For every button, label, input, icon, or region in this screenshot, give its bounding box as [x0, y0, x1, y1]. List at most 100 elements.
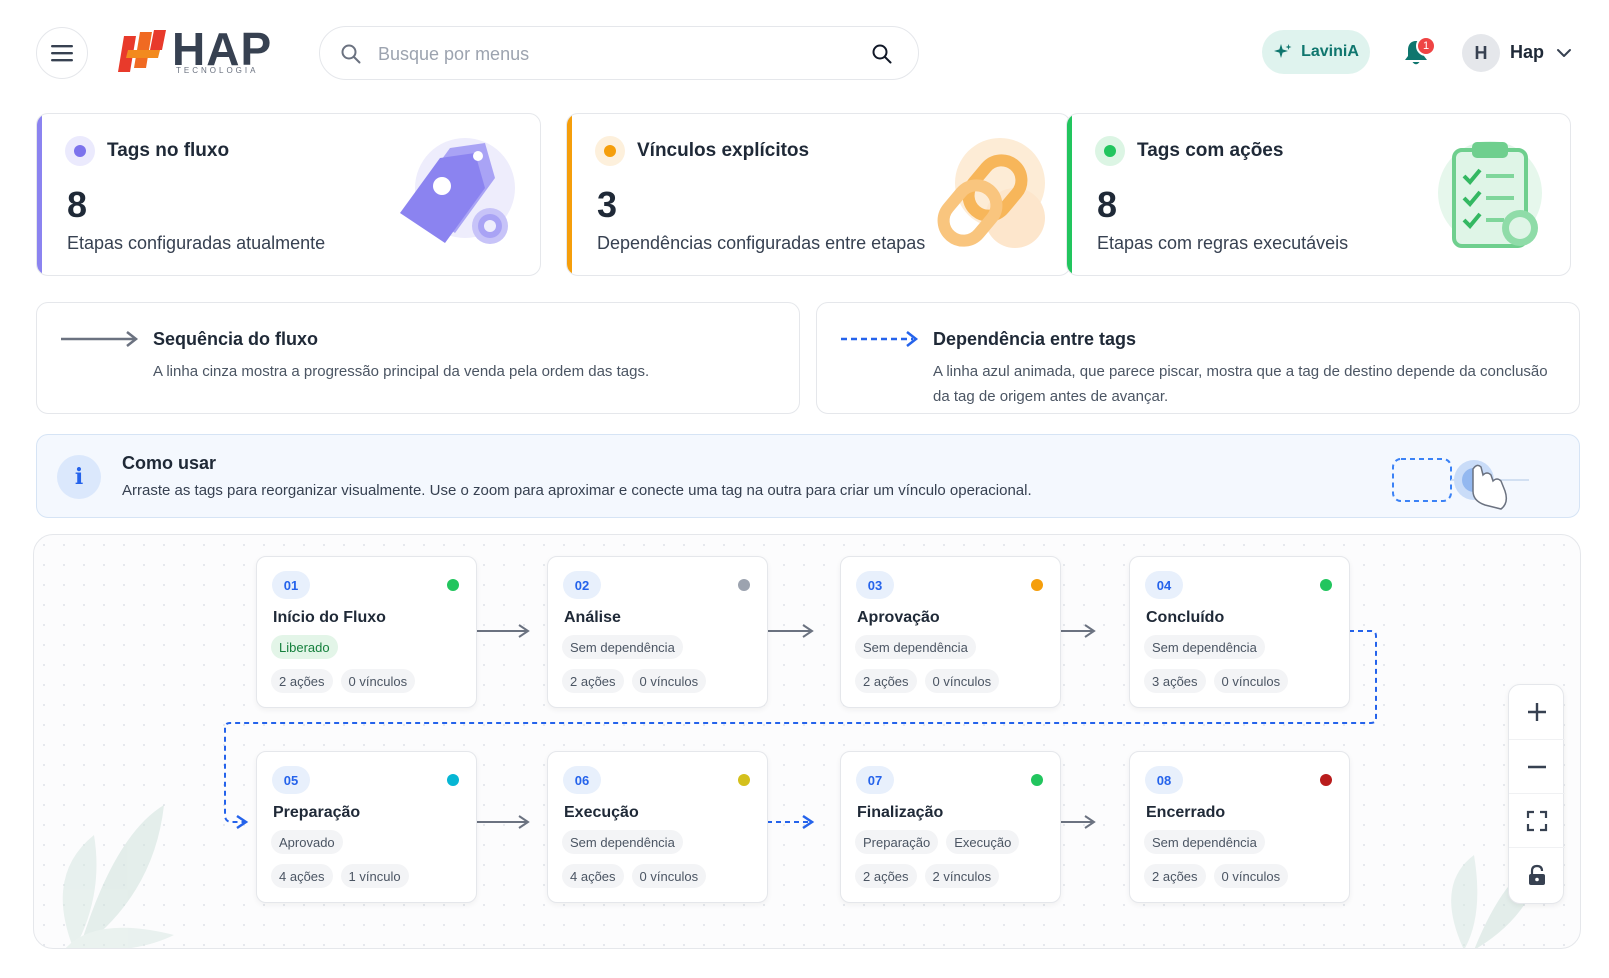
- actions-count: 3 ações: [1144, 669, 1206, 693]
- fit-view-button[interactable]: [1509, 793, 1565, 847]
- status-dot: [595, 136, 625, 166]
- actions-count: 2 ações: [855, 669, 917, 693]
- zoom-in-icon: [1528, 703, 1546, 721]
- avatar[interactable]: H: [1462, 34, 1500, 72]
- actions-count: 4 ações: [562, 864, 624, 888]
- zoom-out-icon: [1528, 765, 1546, 768]
- links-count: 2 vínculos: [924, 864, 1000, 888]
- status-dot: [447, 774, 459, 786]
- chain-link-icon: [937, 138, 1045, 248]
- links-count: 0 vínculos: [631, 864, 707, 888]
- legend-description: A linha cinza mostra a progressão princi…: [153, 363, 650, 380]
- drag-hand-icon: [1392, 458, 1529, 510]
- gray-arrow-icon: [61, 331, 139, 347]
- dependency-chip: Preparação: [855, 830, 939, 854]
- dependency-chip: Liberado: [271, 635, 338, 659]
- node-title: Aprovação: [857, 609, 940, 626]
- lock-button[interactable]: [1509, 847, 1565, 901]
- info-title: Como usar: [122, 453, 217, 473]
- flow-node-06[interactable]: 06 Execução Sem dependência 4 ações 0 vín…: [547, 751, 768, 903]
- brand-logo[interactable]: HAP TECNOLOGIA: [116, 23, 286, 78]
- actions-count: 4 ações: [271, 864, 333, 888]
- node-number: 05: [272, 766, 310, 794]
- flow-node-08[interactable]: 08 Encerrado Sem dependência 2 ações 0 ví…: [1129, 751, 1350, 903]
- search-submit-icon[interactable]: [872, 44, 892, 64]
- node-title: Finalização: [857, 804, 944, 821]
- assistant-label: LaviniA: [1301, 43, 1359, 60]
- flow-node-02[interactable]: 02 Análise Sem dependência 2 ações 0 vínc…: [547, 556, 768, 708]
- accent-bar: [567, 114, 572, 275]
- lock-icon: [1529, 864, 1545, 885]
- status-dot: [738, 774, 750, 786]
- blue-dashed-arrow-icon: [841, 331, 919, 347]
- stat-card-links: Vínculos explícitos 3 Dependências confi…: [566, 113, 1071, 276]
- dependency-chip: Sem dependência: [562, 635, 683, 659]
- links-count: 0 vínculos: [340, 669, 416, 693]
- clipboard-check-icon: [1438, 141, 1542, 248]
- logo-mark-icon: [118, 30, 166, 72]
- stat-title: Vínculos explícitos: [637, 140, 810, 161]
- sparkle-icon: [1274, 44, 1292, 58]
- links-count: 1 vínculo: [340, 864, 409, 888]
- stat-value: 8: [1097, 184, 1118, 225]
- hamburger-icon: [51, 45, 73, 62]
- status-dot: [1320, 579, 1332, 591]
- node-number: 07: [856, 766, 894, 794]
- dependency-chip: Execução: [946, 830, 1020, 854]
- stat-card-tags: Tags no fluxo 8 Etapas configuradas atua…: [36, 113, 541, 276]
- links-count: 0 vínculos: [1213, 669, 1289, 693]
- actions-count: 2 ações: [562, 669, 624, 693]
- tags-gear-icon: [400, 138, 515, 244]
- flow-node-07[interactable]: 07 Finalização Preparação Execução 2 açõe…: [840, 751, 1061, 903]
- actions-count: 2 ações: [855, 864, 917, 888]
- status-dot: [738, 579, 750, 591]
- flow-node-05[interactable]: 05 Preparação Aprovado 4 ações 1 vínculo: [256, 751, 477, 903]
- dependency-chip: Sem dependência: [855, 635, 976, 659]
- search-bar[interactable]: [319, 26, 919, 80]
- status-dot: [447, 579, 459, 591]
- user-name[interactable]: Hap: [1510, 42, 1544, 63]
- node-title: Análise: [564, 609, 621, 626]
- info-description: Arraste as tags para reorganizar visualm…: [122, 482, 1032, 499]
- leaf-decoration-left: [62, 805, 174, 948]
- stat-card-actions: Tags com ações 8 Etapas com regras execu…: [1066, 113, 1571, 276]
- node-number: 03: [856, 571, 894, 599]
- fit-view-icon: [1526, 810, 1548, 831]
- dependency-chip: Sem dependência: [562, 830, 683, 854]
- node-number: 02: [563, 571, 601, 599]
- links-count: 0 vínculos: [631, 669, 707, 693]
- node-number: 08: [1145, 766, 1183, 794]
- assistant-button[interactable]: LaviniA: [1262, 30, 1370, 74]
- search-icon: [341, 44, 361, 64]
- stat-description: Etapas configuradas atualmente: [67, 233, 326, 253]
- chevron-down-icon[interactable]: [1555, 44, 1573, 62]
- how-to-use-banner: i Como usar Arraste as tags para reorgan…: [36, 434, 1580, 518]
- status-dot: [65, 136, 95, 166]
- logo-subtext: TECNOLOGIA: [176, 66, 259, 75]
- node-number: 06: [563, 766, 601, 794]
- status-dot: [1320, 774, 1332, 786]
- zoom-in-button[interactable]: [1509, 685, 1565, 739]
- actions-count: 2 ações: [1144, 864, 1206, 888]
- legend-description: A linha azul animada, que parece piscar,…: [933, 363, 1548, 405]
- menu-button[interactable]: [36, 27, 88, 79]
- legend-dependency: Dependência entre tags A linha azul anim…: [816, 302, 1580, 414]
- flow-node-03[interactable]: 03 Aprovação Sem dependência 2 ações 0 ví…: [840, 556, 1061, 708]
- links-count: 0 vínculos: [924, 669, 1000, 693]
- flow-node-04[interactable]: 04 Concluído Sem dependência 3 ações 0 ví…: [1129, 556, 1350, 708]
- legend-title: Dependência entre tags: [933, 329, 1137, 349]
- stat-value: 8: [67, 184, 88, 225]
- links-count: 0 vínculos: [1213, 864, 1289, 888]
- node-title: Início do Fluxo: [273, 609, 386, 626]
- stat-title: Tags com ações: [1137, 140, 1284, 161]
- dependency-chip: Aprovado: [271, 830, 343, 854]
- legend-sequence: Sequência do fluxo A linha cinza mostra …: [36, 302, 800, 414]
- zoom-out-button[interactable]: [1509, 739, 1565, 793]
- info-icon: i: [57, 455, 101, 499]
- zoom-controls: [1508, 684, 1565, 904]
- notification-badge: 1: [1416, 36, 1436, 56]
- accent-bar: [1067, 114, 1072, 275]
- search-input[interactable]: [378, 39, 848, 69]
- stat-description: Etapas com regras executáveis: [1097, 233, 1349, 253]
- flow-node-01[interactable]: 01 Início do Fluxo Liberado 2 ações 0 vín…: [256, 556, 477, 708]
